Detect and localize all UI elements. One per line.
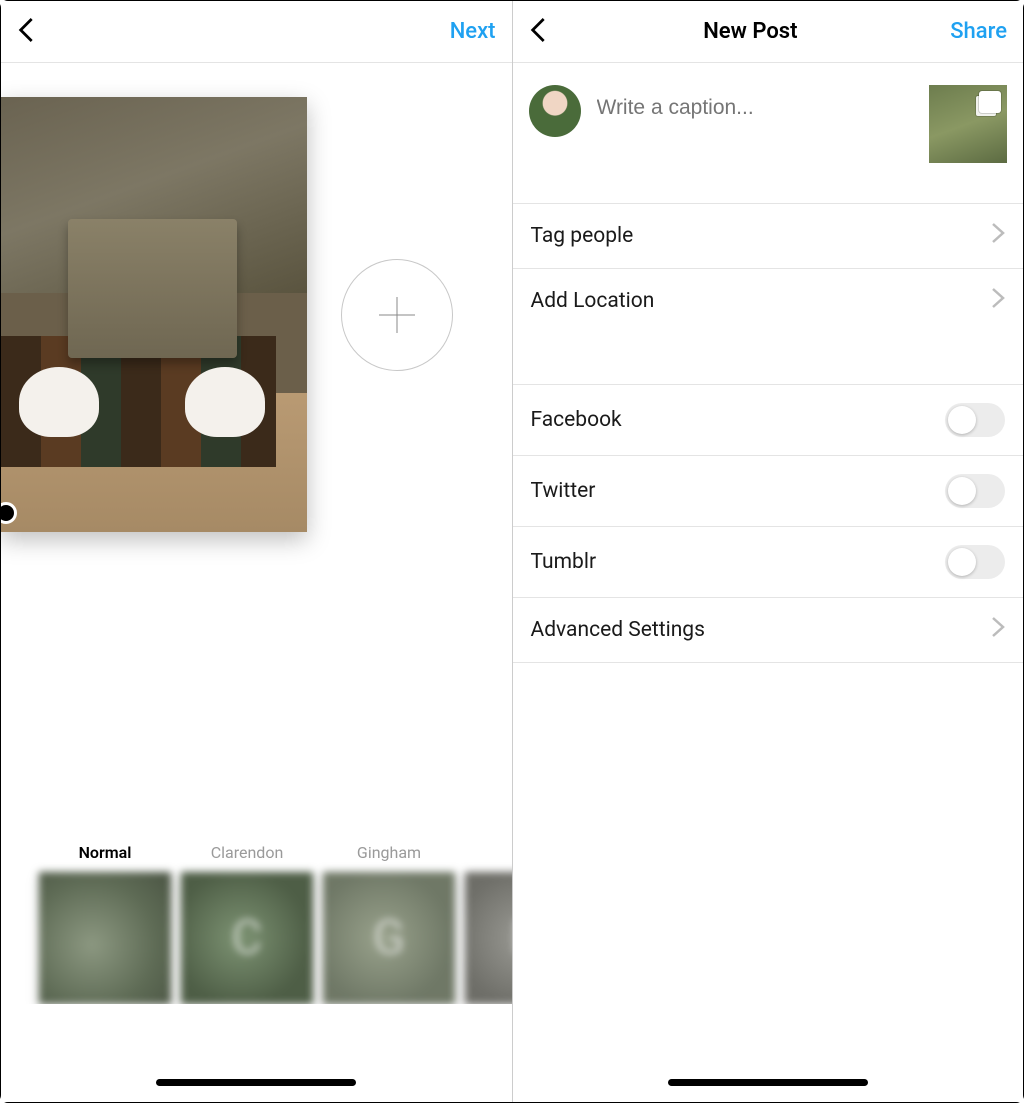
share-button[interactable]: Share [950,19,1007,44]
tag-people-row[interactable]: Tag people [513,204,1024,269]
row-label: Tumblr [531,550,597,574]
chevron-right-icon [991,222,1005,250]
filter-strip[interactable]: Normal Clarendon C Gingham G M M [1,843,512,1004]
photo-carousel [1,63,512,532]
advanced-settings-row[interactable]: Advanced Settings [513,598,1024,663]
filter-partial[interactable]: M M [465,843,512,1004]
selected-photo[interactable] [1,97,307,532]
post-thumbnail[interactable] [929,85,1007,163]
caption-row [513,63,1024,204]
filter-thumb: G [323,872,455,1004]
row-label: Add Location [531,289,655,313]
chevron-right-icon [991,287,1005,315]
share-twitter-row[interactable]: Twitter [513,456,1024,527]
toggle-tumblr[interactable] [945,545,1005,579]
page-title: New Post [703,19,797,44]
share-tumblr-row[interactable]: Tumblr [513,527,1024,598]
row-label: Twitter [531,479,596,503]
new-post-screen: New Post Share Tag people Add Location F… [513,1,1024,1102]
back-button[interactable] [529,16,551,48]
toggle-facebook[interactable] [945,403,1005,437]
filter-gingham[interactable]: Gingham G [323,843,455,1004]
chevron-right-icon [991,616,1005,644]
home-indicator [668,1079,868,1086]
share-facebook-row[interactable]: Facebook [513,385,1024,456]
caption-input[interactable] [597,85,914,120]
left-navbar: Next [1,1,512,63]
multi-photo-icon [979,91,1001,113]
filter-thumb: M [465,872,512,1004]
right-navbar: New Post Share [513,1,1024,63]
row-label: Facebook [531,408,622,432]
next-button[interactable]: Next [450,19,496,44]
plus-icon [373,291,421,339]
filter-thumb [39,872,171,1004]
avatar [529,85,581,137]
back-button[interactable] [17,16,39,48]
row-label: Tag people [531,224,634,248]
filter-normal[interactable]: Normal [39,843,171,1004]
filter-clarendon[interactable]: Clarendon C [181,843,313,1004]
row-label: Advanced Settings [531,618,705,642]
home-indicator [156,1079,356,1086]
toggle-twitter[interactable] [945,474,1005,508]
add-photo-button[interactable] [341,259,453,371]
add-location-row[interactable]: Add Location [513,269,1024,333]
filter-screen: Next Normal [1,1,513,1102]
filter-thumb: C [181,872,313,1004]
